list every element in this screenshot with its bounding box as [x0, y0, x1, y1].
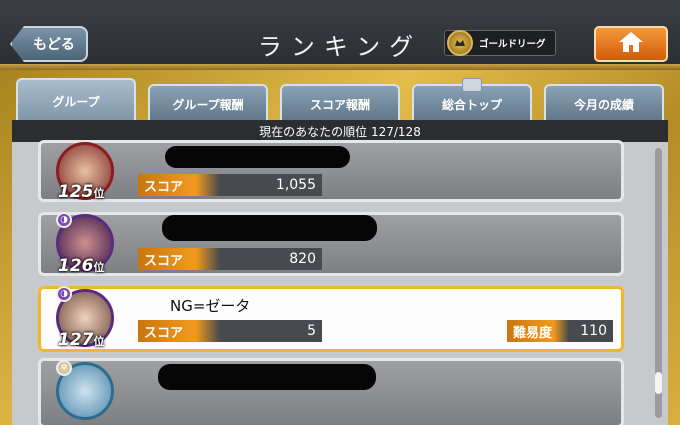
tab-score-reward-label: スコア報酬 [309, 97, 370, 112]
redacted-name [165, 146, 350, 168]
league-badge: ゴールドリーグ [444, 30, 556, 56]
tab-group-reward-label: グループ報酬 [172, 97, 244, 112]
score-label: スコア [138, 248, 220, 270]
tab-overall-top[interactable]: 総合トップ [412, 78, 532, 122]
home-icon [618, 31, 644, 57]
rank-number: 126位 [58, 256, 105, 276]
gold-league-emblem-icon [447, 30, 473, 56]
tab-group-label: グループ [52, 94, 100, 109]
tab-monthly-results[interactable]: 今月の成績 [544, 84, 664, 122]
score-bar: スコア 1,055 [138, 174, 322, 196]
tab-group[interactable]: グループ [16, 78, 136, 122]
difficulty-label: 難易度 [507, 320, 569, 342]
score-bar: スコア 5 [138, 320, 322, 342]
player-name: NG=ゼータ [170, 297, 251, 315]
score-value: 820 [289, 251, 316, 267]
league-label: ゴールドリーグ [479, 39, 546, 50]
back-button[interactable]: もどる [10, 26, 88, 62]
rank-number: 127位 [58, 330, 105, 350]
score-value: 5 [307, 323, 316, 339]
score-label: スコア [138, 320, 220, 342]
rank-number: 125位 [58, 182, 105, 202]
back-button-label: もどる [33, 37, 75, 53]
home-button[interactable] [594, 26, 668, 62]
scrollbar[interactable] [655, 148, 662, 418]
redacted-name [162, 215, 377, 241]
tab-overall-top-label: 総合トップ [441, 97, 502, 112]
tab-score-reward[interactable]: スコア報酬 [280, 84, 400, 122]
element-badge-icon: ◑ [56, 212, 72, 228]
scroll-thumb[interactable] [655, 372, 662, 394]
element-badge-icon: ◑ [56, 286, 72, 302]
crown-icon [462, 78, 482, 92]
tab-monthly-results-label: 今月の成績 [573, 97, 634, 112]
score-bar: スコア 820 [138, 248, 322, 270]
ranking-row-self[interactable] [38, 286, 624, 352]
page-title: ランキング [257, 32, 423, 61]
current-rank-banner: 現在のあなたの順位 127/128 [12, 120, 668, 142]
tab-group-reward[interactable]: グループ報酬 [148, 84, 268, 122]
element-badge-icon: ✲ [56, 360, 72, 376]
difficulty-value: 110 [580, 323, 607, 339]
redacted-name [158, 364, 376, 390]
score-value: 1,055 [275, 177, 316, 193]
difficulty-bar: 難易度 110 [507, 320, 613, 342]
score-label: スコア [138, 174, 220, 196]
